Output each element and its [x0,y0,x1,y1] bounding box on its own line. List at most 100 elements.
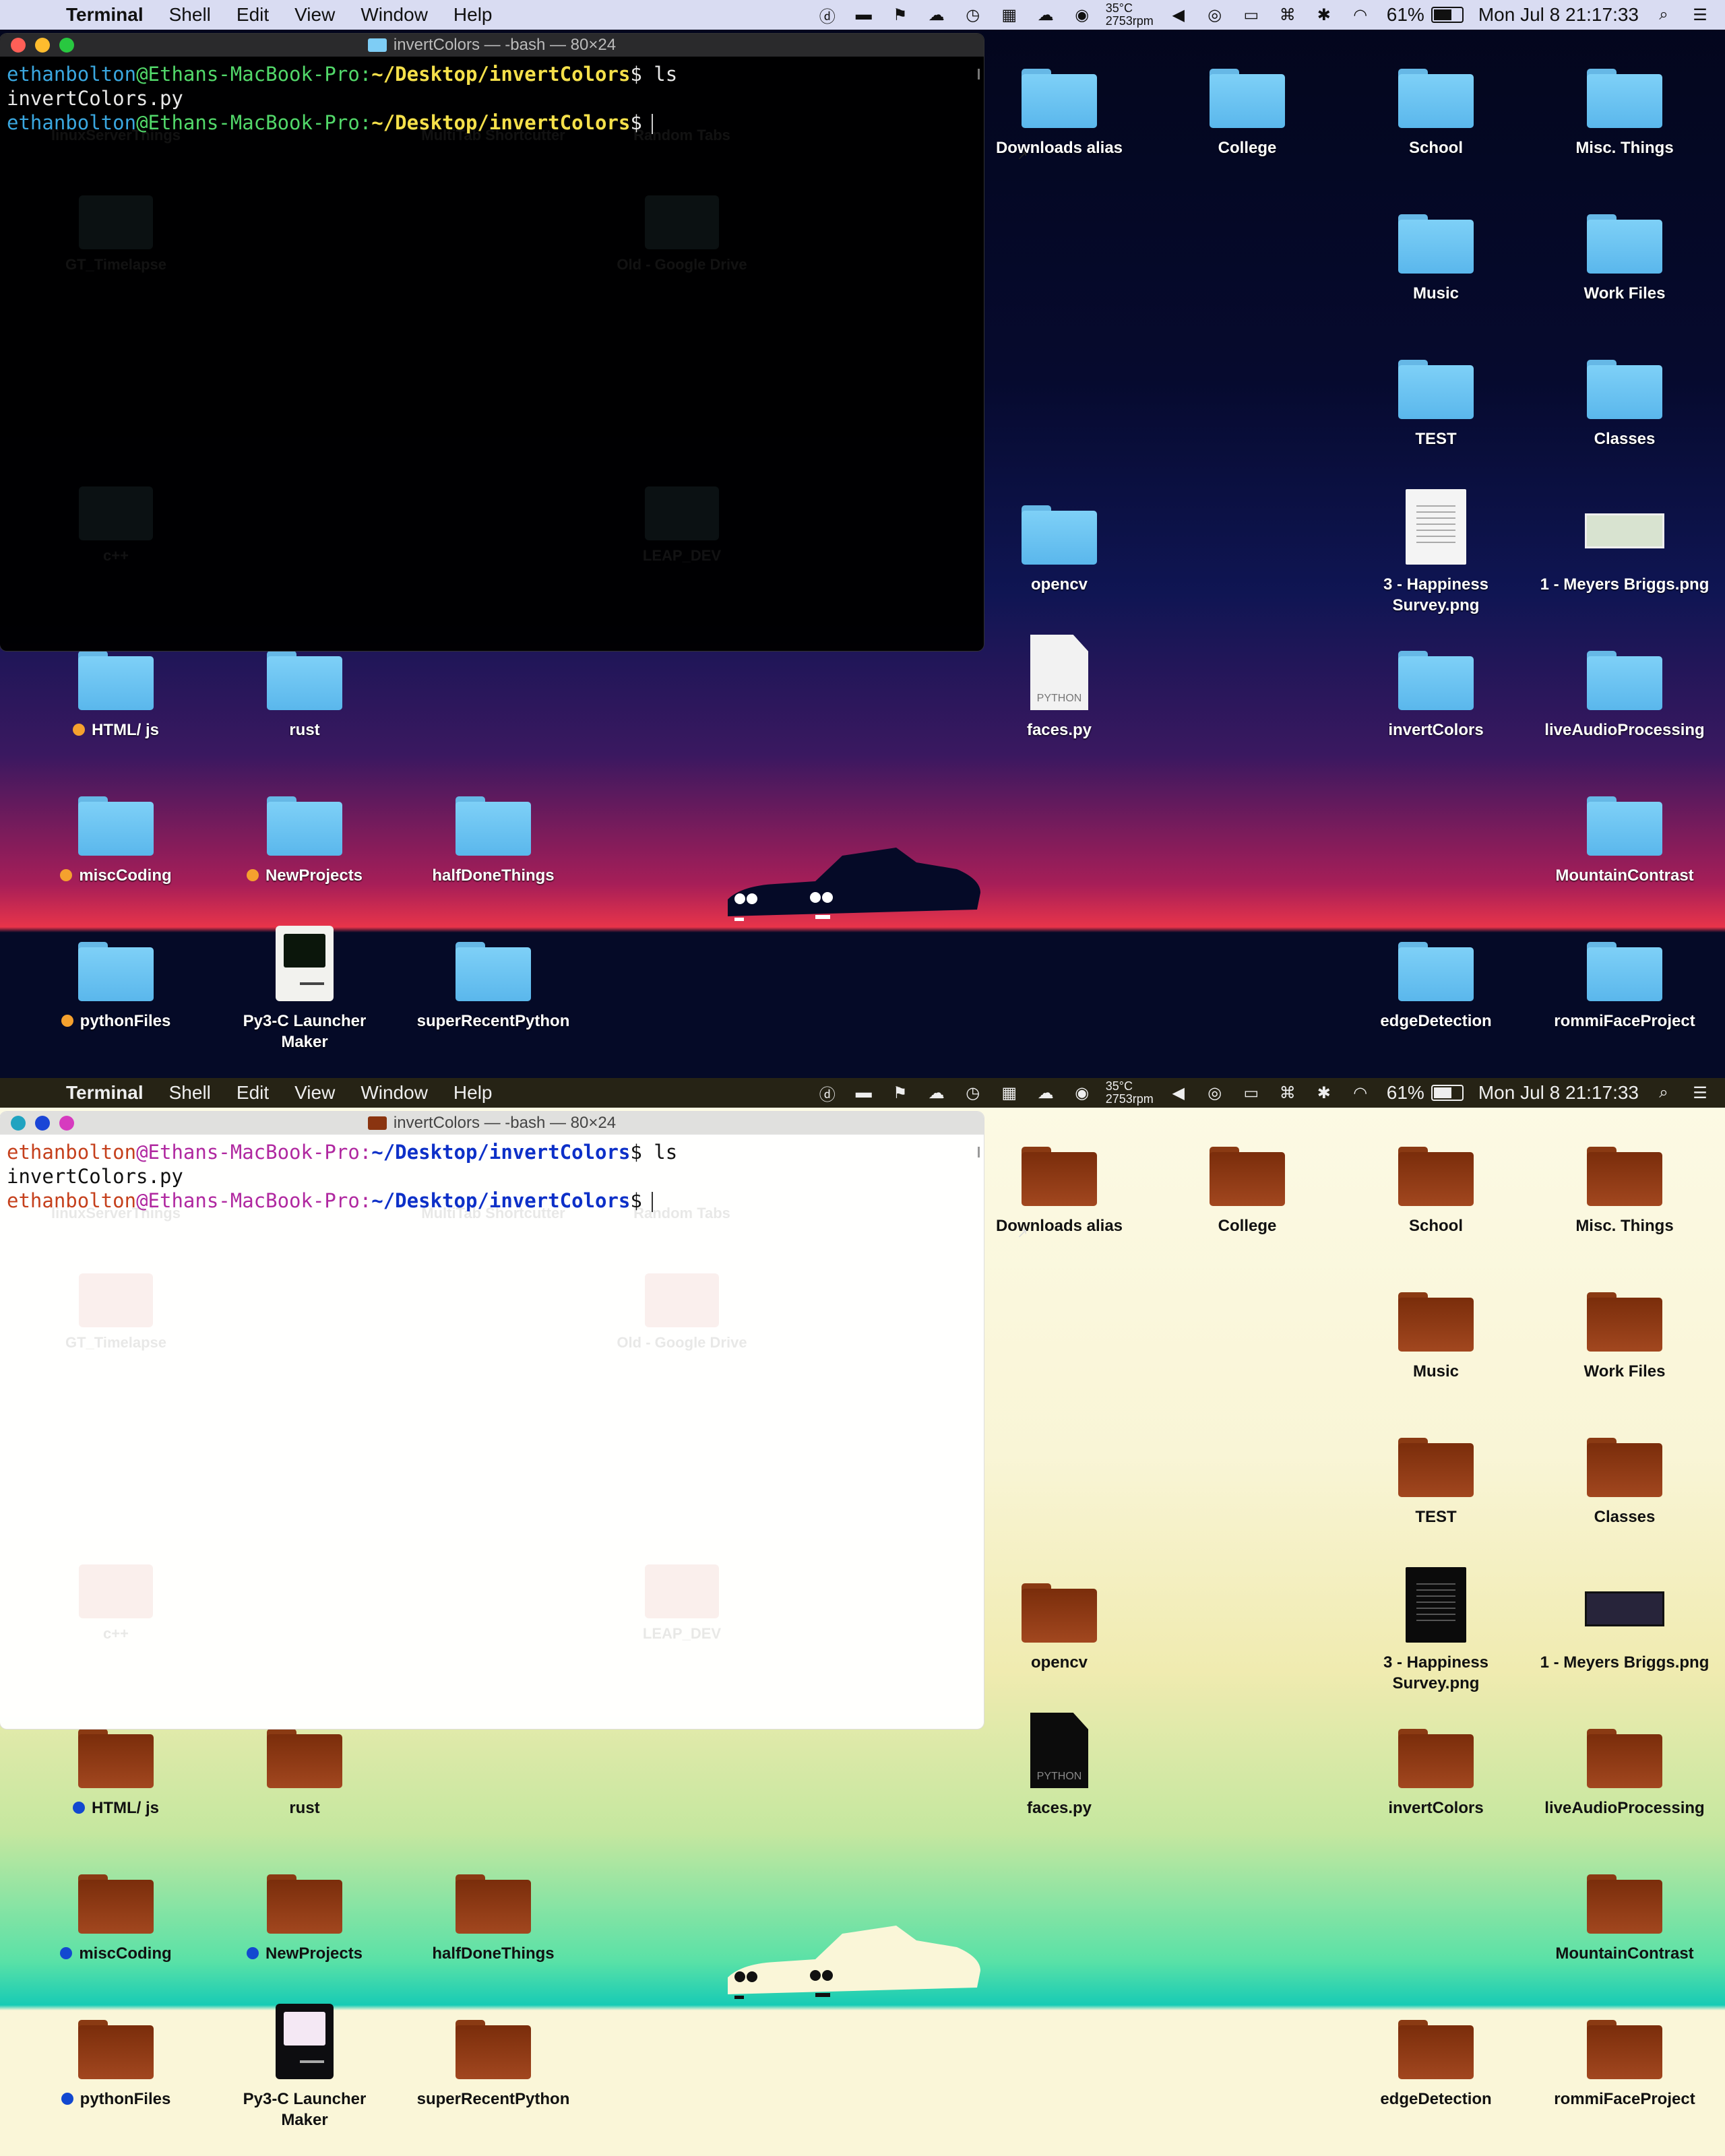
terminal-window[interactable]: invertColors — -bash — 80×24 linuxServer… [0,1112,984,1729]
status-swirl-icon[interactable]: ◉ [1071,5,1094,25]
desktop-icon-invertcolors[interactable]: invertColors [1345,1709,1527,1818]
bluetooth-icon[interactable]: ✱ [1313,1083,1336,1103]
terminal-output[interactable]: ethanbolton@Ethans-MacBook-Pro:~/Desktop… [0,57,984,135]
menu-window[interactable]: Window [360,1082,428,1104]
desktop-icon-halfdonethings[interactable]: halfDoneThings [402,1854,584,1964]
notification-center-icon[interactable]: ☰ [1689,1083,1712,1103]
desktop-icon-test[interactable]: TEST [1345,1418,1527,1527]
temperature-readout[interactable]: 35°C 2753rpm [1106,2,1154,28]
menu-app-terminal[interactable]: Terminal [66,4,144,26]
cloud-upload-icon[interactable]: ☁ [1034,1083,1057,1103]
desktop-icon-college[interactable]: College [1156,49,1338,158]
menu-window[interactable]: Window [360,4,428,26]
battery-icon[interactable] [1431,1085,1464,1101]
desktop-icon-college[interactable]: College [1156,1127,1338,1236]
menu-shell[interactable]: Shell [169,1082,211,1104]
desktop-icon-meyers-briggs[interactable]: 1 - Meyers Briggs.png [1534,1563,1716,1673]
desktop-icon-rommifaceproject[interactable]: rommiFaceProject [1534,922,1716,1032]
desktop-icon-newprojects[interactable]: NewProjects [214,1854,396,1964]
status-flag-icon[interactable]: ⚑ [889,1083,912,1103]
status-dash-icon[interactable]: ▬ [852,5,875,25]
menu-shell[interactable]: Shell [169,4,211,26]
notification-center-icon[interactable]: ☰ [1689,5,1712,25]
menu-view[interactable]: View [294,1082,335,1104]
desktop-icon-py3c-launcher-maker[interactable]: Py3-C Launcher Maker [214,2000,396,2130]
desktop-icon-liveaudioprocessing[interactable]: liveAudioProcessing [1534,631,1716,740]
desktop-icon-edgedetection[interactable]: edgeDetection [1345,922,1527,1032]
clock[interactable]: Mon Jul 8 21:17:33 [1478,4,1639,26]
wifi-icon[interactable]: ◠ [1349,1083,1372,1103]
desktop-icon-rommifaceproject[interactable]: rommiFaceProject [1534,2000,1716,2110]
time-machine-icon[interactable]: ◷ [962,5,984,25]
temperature-readout[interactable]: 35°C 2753rpm [1106,1080,1154,1106]
desktop-icon-py3c-launcher-maker[interactable]: Py3-C Launcher Maker [214,922,396,1052]
menu-app-terminal[interactable]: Terminal [66,1082,144,1104]
desktop-icon-superrecentpython[interactable]: superRecentPython [402,2000,584,2110]
wifi-icon[interactable]: ◠ [1349,5,1372,25]
status-flag-icon[interactable]: ⚑ [889,5,912,25]
volume-icon[interactable]: ◀ [1167,5,1190,25]
desktop-icon-school[interactable]: School [1345,1127,1527,1236]
desktop-icon-edgedetection[interactable]: edgeDetection [1345,2000,1527,2110]
menu-edit[interactable]: Edit [237,1082,269,1104]
status-grid-icon[interactable]: ▦ [998,1083,1021,1103]
airplay-icon[interactable]: ▭ [1240,1083,1263,1103]
headphones-icon[interactable]: ◎ [1203,1083,1226,1103]
battery-icon[interactable] [1431,7,1464,23]
desktop-icon-misc-things[interactable]: Misc. Things [1534,1127,1716,1236]
status-d-icon[interactable]: ⓓ [816,5,839,26]
status-d-icon[interactable]: ⓓ [816,1083,839,1104]
desktop-icon-mountaincontrast[interactable]: MountainContrast [1534,776,1716,886]
desktop-icon-opencv[interactable]: opencv [968,485,1150,595]
time-machine-icon[interactable]: ◷ [962,1083,984,1103]
desktop-icon-happiness-survey[interactable]: 3 - Happiness Survey.png [1345,485,1527,616]
status-swirl-icon[interactable]: ◉ [1071,1083,1094,1103]
desktop-icon-music[interactable]: Music [1345,194,1527,304]
terminal-titlebar[interactable]: invertColors — -bash — 80×24 [0,34,984,57]
desktop-icon-faces-py[interactable]: PYTHON faces.py [968,631,1150,740]
desktop-icon-downloads-alias[interactable]: ↗ Downloads alias [968,1127,1150,1241]
desktop-icon-misccoding[interactable]: miscCoding [25,1854,207,1964]
desktop-icon-halfdonethings[interactable]: halfDoneThings [402,776,584,886]
status-cloud-icon[interactable]: ☁ [925,5,948,25]
desktop-icon-mountaincontrast[interactable]: MountainContrast [1534,1854,1716,1964]
scrollbar[interactable] [978,1147,980,1158]
bluetooth-icon[interactable]: ✱ [1313,5,1336,25]
menu-view[interactable]: View [294,4,335,26]
desktop-icon-work-files[interactable]: Work Files [1534,1272,1716,1382]
scrollbar[interactable] [978,69,980,80]
desktop-icon-liveaudioprocessing[interactable]: liveAudioProcessing [1534,1709,1716,1818]
desktop-icon-music[interactable]: Music [1345,1272,1527,1382]
battery-percent[interactable]: 61% [1387,4,1424,26]
terminal-window[interactable]: invertColors — -bash — 80×24 linuxServer… [0,34,984,651]
desktop-icon-opencv[interactable]: opencv [968,1563,1150,1673]
status-dash-icon[interactable]: ▬ [852,1083,875,1103]
desktop-icon-superrecentpython[interactable]: superRecentPython [402,922,584,1032]
airplay-icon[interactable]: ▭ [1240,5,1263,25]
desktop-icon-school[interactable]: School [1345,49,1527,158]
spotlight-search-icon[interactable]: ⌕ [1652,5,1675,25]
headphones-icon[interactable]: ◎ [1203,5,1226,25]
battery-percent[interactable]: 61% [1387,1082,1424,1104]
desktop-icon-happiness-survey[interactable]: 3 - Happiness Survey.png [1345,1563,1527,1694]
status-cloud-icon[interactable]: ☁ [925,1083,948,1103]
desktop-icon-misccoding[interactable]: miscCoding [25,776,207,886]
clock[interactable]: Mon Jul 8 21:17:33 [1478,1082,1639,1104]
desktop-icon-classes[interactable]: Classes [1534,340,1716,449]
menu-edit[interactable]: Edit [237,4,269,26]
command-icon[interactable]: ⌘ [1276,5,1299,25]
menu-help[interactable]: Help [453,4,493,26]
terminal-titlebar[interactable]: invertColors — -bash — 80×24 [0,1112,984,1135]
desktop-icon-downloads-alias[interactable]: ↗ Downloads alias [968,49,1150,163]
desktop-icon-work-files[interactable]: Work Files [1534,194,1716,304]
command-icon[interactable]: ⌘ [1276,1083,1299,1103]
spotlight-search-icon[interactable]: ⌕ [1652,1083,1675,1103]
desktop-icon-newprojects[interactable]: NewProjects [214,776,396,886]
desktop-icon-pythonfiles[interactable]: pythonFiles [25,922,207,1032]
desktop-icon-invertcolors[interactable]: invertColors [1345,631,1527,740]
cloud-upload-icon[interactable]: ☁ [1034,5,1057,25]
terminal-output[interactable]: ethanbolton@Ethans-MacBook-Pro:~/Desktop… [0,1135,984,1213]
status-grid-icon[interactable]: ▦ [998,5,1021,25]
desktop-icon-meyers-briggs[interactable]: 1 - Meyers Briggs.png [1534,485,1716,595]
desktop-icon-misc-things[interactable]: Misc. Things [1534,49,1716,158]
